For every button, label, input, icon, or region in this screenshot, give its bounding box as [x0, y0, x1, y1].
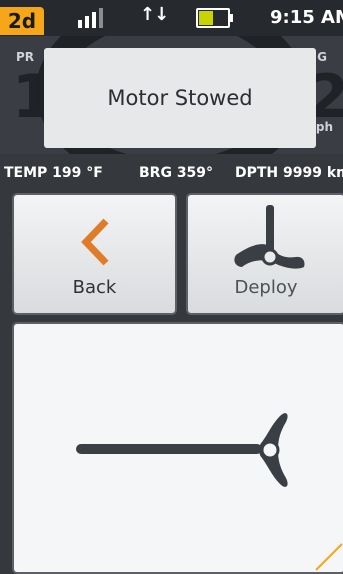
motor-stowed-icon: [76, 413, 288, 487]
deploy-button[interactable]: Deploy: [186, 193, 343, 315]
battery-icon: [196, 8, 233, 28]
depth-readout: DPTH 9999 km: [235, 165, 343, 181]
mode-badge[interactable]: 2d: [0, 7, 44, 35]
data-transfer-icon: ↑↓: [140, 4, 169, 25]
motor-stowed-toast: Motor Stowed: [44, 48, 316, 148]
clock: 9:15 AM: [270, 7, 343, 28]
temp-readout: TEMP 199 °F: [4, 165, 103, 181]
motor-deploy-icon: [234, 205, 305, 269]
deploy-label: Deploy: [234, 277, 298, 298]
battery-level: [199, 11, 213, 25]
status-bar: 2d ↑↓ 9:15 AM: [0, 0, 343, 36]
readout-strip: TEMP 199 °F BRG 359° DPTH 9999 km: [0, 156, 343, 190]
back-button[interactable]: Back: [12, 193, 177, 315]
motor-status-panel: [12, 322, 343, 574]
bearing-readout: BRG 359°: [139, 165, 214, 181]
back-label: Back: [72, 277, 117, 298]
right-gauge-unit: ph: [315, 120, 333, 134]
toast-message: Motor Stowed: [107, 86, 253, 110]
chevron-left-icon: [81, 218, 109, 266]
signal-bars-icon: [78, 8, 103, 28]
resize-corner-icon: [315, 543, 343, 571]
